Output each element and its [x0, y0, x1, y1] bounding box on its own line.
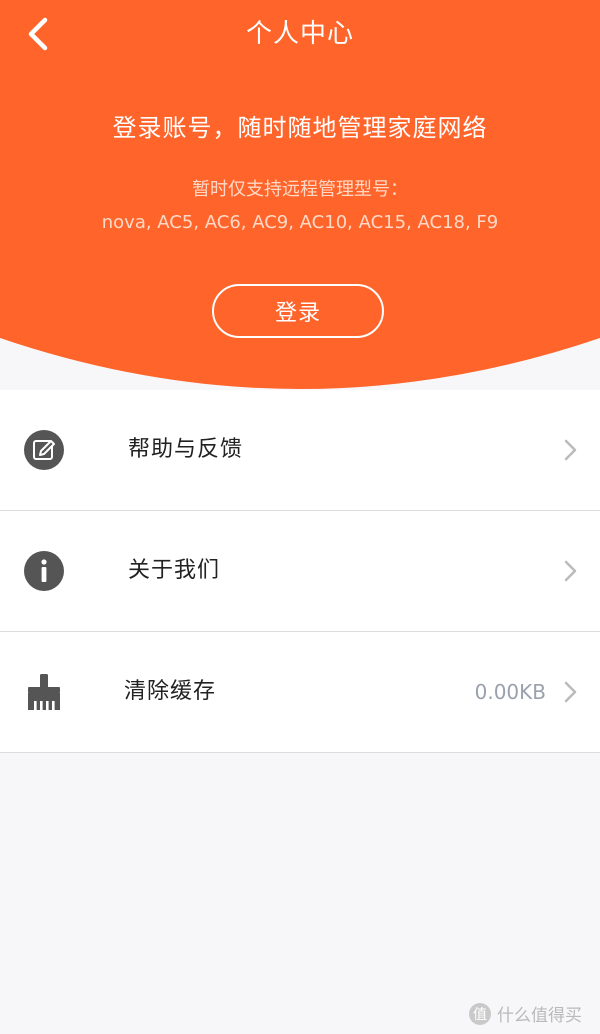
menu-item-label: 关于我们 [128, 558, 221, 583]
info-icon [24, 551, 64, 591]
chevron-right-icon [564, 439, 577, 461]
edit-note-icon [24, 430, 64, 470]
login-button[interactable]: 登录 [212, 284, 384, 338]
menu-item-label: 清除缓存 [124, 679, 217, 704]
chevron-right-icon [564, 681, 577, 703]
support-note: 暂时仅支持远程管理型号： [192, 179, 408, 200]
menu-item-clear-cache[interactable]: 清除缓存 0.00KB [0, 632, 600, 753]
menu-list: 帮助与反馈 关于我们 清除缓存 0.00KB [0, 390, 600, 753]
supported-models: nova, AC5, AC6, AC9, AC10, AC15, AC18, F… [101, 212, 499, 233]
menu-item-help-feedback[interactable]: 帮助与反馈 [0, 390, 600, 511]
cache-size-value: 0.00KB [474, 680, 546, 704]
personal-center-screen: 个人中心 登录账号，随时随地管理家庭网络 暂时仅支持远程管理型号： nova, … [0, 0, 600, 1034]
watermark-logo-icon: 值 [469, 1002, 491, 1025]
hero-headline: 登录账号，随时随地管理家庭网络 [112, 114, 488, 142]
page-title: 个人中心 [245, 19, 354, 49]
menu-item-label: 帮助与反馈 [128, 437, 244, 462]
broom-icon [28, 674, 60, 710]
watermark-text: 什么值得买 [497, 1006, 582, 1026]
chevron-right-icon [564, 560, 577, 582]
watermark: 值 什么值得买 [469, 1001, 582, 1026]
menu-item-about-us[interactable]: 关于我们 [0, 511, 600, 632]
header-banner: 个人中心 登录账号，随时随地管理家庭网络 暂时仅支持远程管理型号： nova, … [0, 0, 600, 390]
